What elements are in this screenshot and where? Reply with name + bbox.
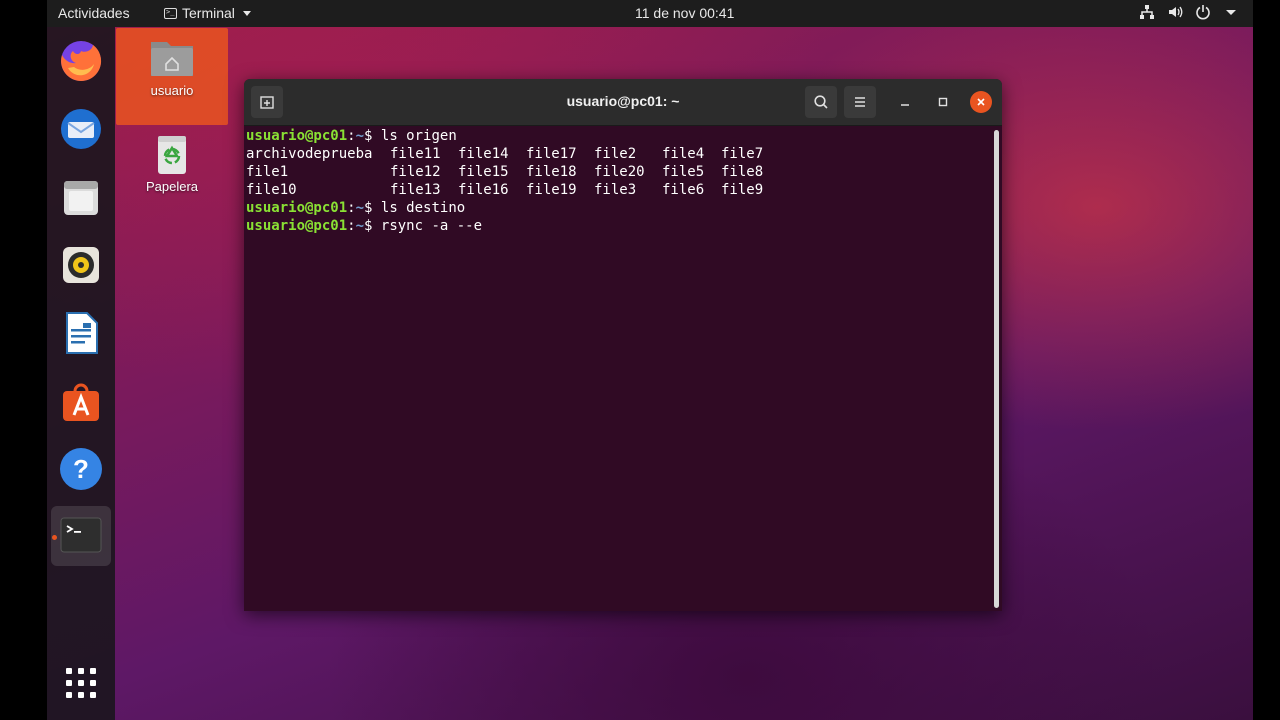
file-entry: file6 xyxy=(662,182,705,198)
ls-output-row: file10 file13 file16 file19 file3 file6 file9 xyxy=(246,181,986,199)
hamburger-icon xyxy=(855,97,865,107)
clock[interactable]: 11 de nov 00:41 xyxy=(635,5,734,21)
file-entry: file5 xyxy=(662,164,705,180)
file-entry: file17 xyxy=(526,146,577,162)
volume-icon[interactable] xyxy=(1167,4,1183,20)
prompt-separator: : xyxy=(347,218,356,234)
running-indicator xyxy=(52,535,57,540)
libreoffice-writer-icon[interactable] xyxy=(57,309,105,357)
prompt-path: ~ xyxy=(355,218,365,234)
file-entry: file9 xyxy=(721,182,764,198)
dock: ? xyxy=(47,27,115,720)
prompt-dollar: $ xyxy=(364,218,381,234)
svg-text:?: ? xyxy=(73,454,89,484)
prompt-user: usuario@pc01 xyxy=(246,128,348,144)
prompt-separator: : xyxy=(347,128,356,144)
prompt-separator: : xyxy=(347,200,356,216)
file-entry: file14 xyxy=(458,146,509,162)
power-icon[interactable] xyxy=(1195,4,1211,20)
app-menu-button[interactable]: >_ Terminal xyxy=(164,5,251,21)
desktop-icon-label: usuario xyxy=(150,83,194,98)
close-icon xyxy=(977,98,985,106)
file-entry: file18 xyxy=(526,164,577,180)
file-entry: file7 xyxy=(721,146,764,162)
network-icon[interactable] xyxy=(1139,4,1155,20)
top-bar: Actividades >_ Terminal 11 de nov 00:41 xyxy=(47,0,1253,27)
menu-button[interactable] xyxy=(844,86,876,118)
file-entry: file19 xyxy=(526,182,577,198)
ls-output-row: archivodeprueba file11 file14 file17 file2 fi… xyxy=(246,145,986,163)
chevron-down-icon[interactable] xyxy=(1223,4,1239,20)
file-entry: file16 xyxy=(458,182,509,198)
prompt-path: ~ xyxy=(355,128,365,144)
command-text: rsync -a --e xyxy=(380,218,483,234)
search-button[interactable] xyxy=(805,86,837,118)
activities-button[interactable]: Actividades xyxy=(58,5,130,21)
file-entry: file8 xyxy=(721,164,764,180)
window-headerbar[interactable]: usuario@pc01: ~ xyxy=(244,79,1002,126)
home-folder-icon xyxy=(151,42,193,76)
terminal-line: usuario@pc01:~$ ls destino xyxy=(246,199,986,217)
desktop-icon-trash[interactable]: Papelera xyxy=(116,132,228,202)
scrollbar[interactable] xyxy=(994,130,999,608)
prompt-dollar: $ xyxy=(364,200,381,216)
maximize-button[interactable] xyxy=(932,91,954,113)
firefox-icon[interactable] xyxy=(57,37,105,85)
prompt-user: usuario@pc01 xyxy=(246,200,348,216)
terminal-icon[interactable] xyxy=(51,506,111,566)
rhythmbox-icon[interactable] xyxy=(57,241,105,289)
terminal-window[interactable]: usuario@pc01: ~ usuario@pc01:~$ ls orige… xyxy=(244,79,1002,611)
maximize-icon xyxy=(938,97,948,107)
file-entry: file3 xyxy=(594,182,637,198)
command-text: ls destino xyxy=(380,200,466,216)
file-entry: file15 xyxy=(458,164,509,180)
app-menu-label: Terminal xyxy=(182,5,235,21)
software-center-icon[interactable] xyxy=(57,377,105,425)
terminal-line: usuario@pc01:~$ ls origen xyxy=(246,127,986,145)
file-entry: file12 xyxy=(390,164,441,180)
prompt-user: usuario@pc01 xyxy=(246,218,348,234)
terminal-small-icon: >_ xyxy=(164,7,177,19)
file-entry: file4 xyxy=(662,146,705,162)
search-icon xyxy=(814,95,828,109)
minimize-icon xyxy=(901,104,909,106)
file-entry: file20 xyxy=(594,164,645,180)
ls-output-row: file1 file12 file15 file18 file20 file5 file8 xyxy=(246,163,986,181)
file-entry: file11 xyxy=(390,146,441,162)
command-text: ls origen xyxy=(380,128,457,144)
file-entry: file2 xyxy=(594,146,637,162)
file-entry: file1 xyxy=(246,164,289,180)
terminal-output[interactable]: usuario@pc01:~$ ls origen archivodeprueb… xyxy=(246,127,986,607)
thunderbird-icon[interactable] xyxy=(57,105,105,153)
desktop-icon-label: Papelera xyxy=(145,179,199,194)
minimize-button[interactable] xyxy=(894,91,916,113)
file-entry: file10 xyxy=(246,182,297,198)
system-tray[interactable] xyxy=(1139,4,1239,20)
screen: Actividades >_ Terminal 11 de nov 00:41 xyxy=(47,0,1253,720)
help-icon[interactable]: ? xyxy=(57,445,105,493)
show-apps-icon[interactable] xyxy=(57,659,105,707)
file-entry: archivodeprueba xyxy=(246,146,373,162)
prompt-dollar: $ xyxy=(364,128,381,144)
window-title: usuario@pc01: ~ xyxy=(566,93,680,109)
trash-icon xyxy=(158,136,186,174)
file-entry: file13 xyxy=(390,182,441,198)
desktop-icon-home[interactable]: usuario xyxy=(116,28,228,125)
chevron-down-icon xyxy=(242,10,251,16)
files-icon[interactable] xyxy=(57,173,105,221)
terminal-line: usuario@pc01:~$ rsync -a --e xyxy=(246,217,986,235)
close-button[interactable] xyxy=(970,91,992,113)
prompt-path: ~ xyxy=(355,200,365,216)
